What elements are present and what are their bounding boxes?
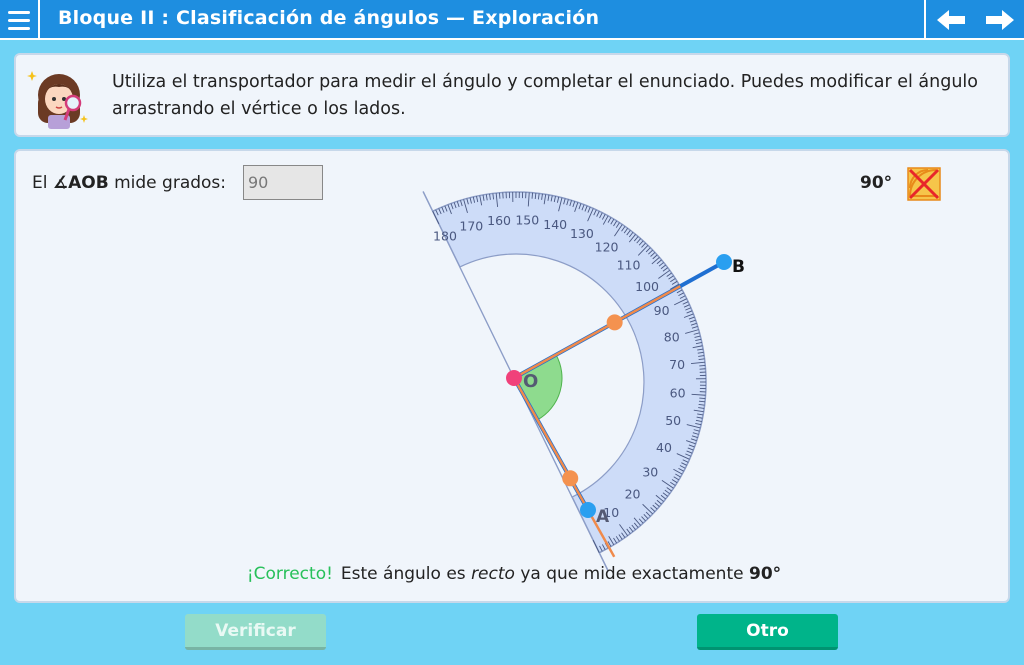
verify-button[interactable]: Verificar [185, 614, 326, 650]
feedback-correct: ¡Correcto! [246, 564, 333, 584]
feedback-text-before: Este ángulo es [340, 564, 472, 584]
instructions-panel: Utiliza el transportador para medir el á… [14, 53, 1010, 137]
protractor-label: 50 [665, 413, 681, 428]
vertex-label: O [523, 371, 538, 392]
protractor-label: 150 [515, 212, 539, 227]
protractor-label: 60 [670, 385, 686, 400]
other-button[interactable]: Otro [697, 614, 838, 650]
protractor-label: 170 [459, 218, 483, 233]
navigation [924, 0, 1024, 40]
side-b-handle[interactable] [606, 314, 623, 331]
protractor-label: 180 [433, 228, 457, 243]
protractor-label: 110 [617, 257, 641, 272]
protractor-label: 40 [656, 440, 672, 455]
protractor-label: 80 [664, 329, 680, 344]
vertex-point[interactable] [506, 370, 522, 386]
top-bar: Bloque II : Clasificación de ángulos — E… [0, 0, 1024, 40]
protractor-label: 130 [570, 226, 594, 241]
protractor-label: 140 [543, 217, 567, 232]
protractor-label: 120 [595, 240, 619, 255]
menu-icon[interactable] [0, 0, 40, 40]
protractor-stage: 180170 160 150 140130120 110 100 90 80 70 60 50 40 3… [422, 191, 745, 572]
instructions-text: Utiliza el transportador para medir el á… [112, 72, 979, 119]
avatar [27, 71, 88, 129]
exercise-panel: El ∡AOB mide grados: 90° 180170160150140… [14, 149, 1010, 603]
point-a[interactable] [580, 502, 596, 518]
arrow-left-icon[interactable] [935, 9, 967, 31]
protractor-label: 90 [654, 303, 670, 318]
protractor-label: 70 [669, 357, 685, 372]
protractor[interactable]: 180170 160 150 140130120 110 100 90 80 70 60 50 40 3… [422, 191, 707, 572]
feedback-value: 90° [748, 564, 782, 584]
protractor-label: 160 [487, 213, 511, 228]
arrow-right-icon[interactable] [984, 9, 1016, 31]
point-a-label: A [596, 507, 610, 527]
feedback-message: ¡Correcto! Este ángulo es recto ya que mi… [16, 564, 1012, 584]
feedback-emphasis: recto [471, 564, 515, 584]
protractor-label: 30 [642, 465, 658, 480]
protractor-label: 100 [635, 279, 659, 294]
page-title: Bloque II : Clasificación de ángulos — E… [58, 7, 600, 29]
protractor-label: 20 [625, 487, 641, 502]
side-a-handle[interactable] [562, 470, 579, 487]
feedback-text-middle: ya que mide exactamente [514, 564, 749, 584]
point-b-label: B [732, 257, 745, 277]
point-b[interactable] [716, 254, 732, 270]
